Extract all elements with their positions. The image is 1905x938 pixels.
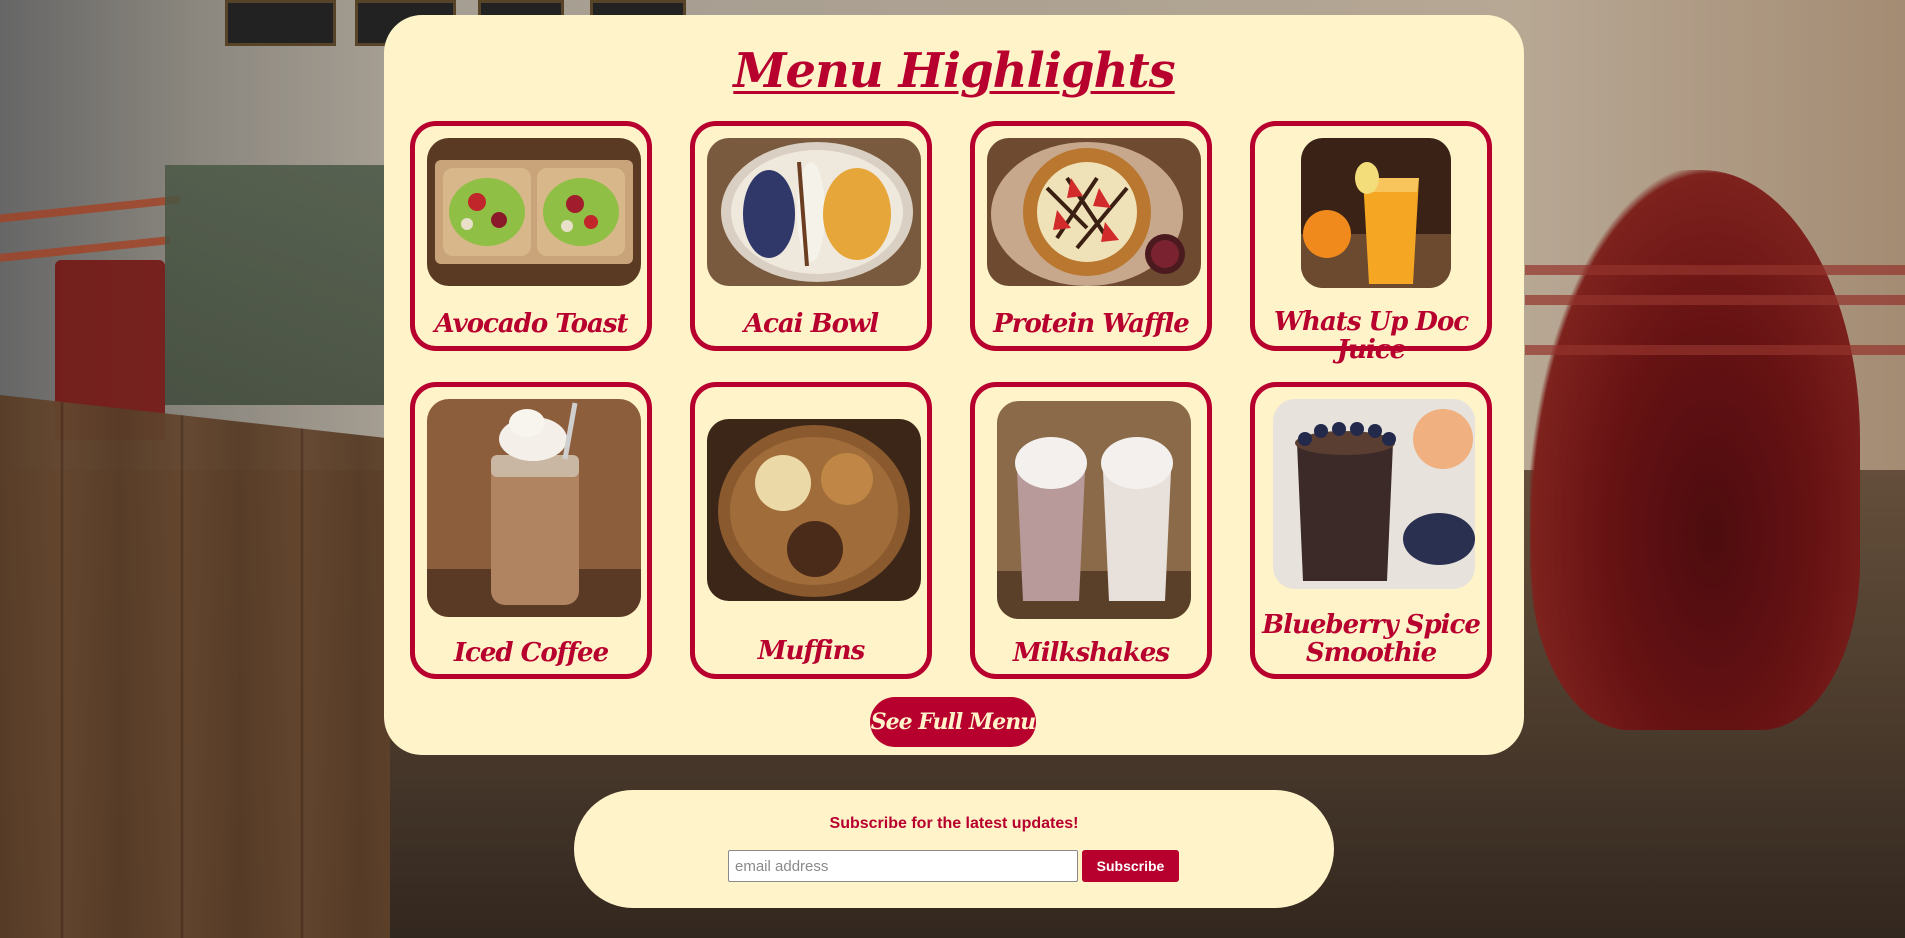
blueberry-spice-smoothie-photo	[1273, 399, 1475, 589]
menu-item-label: Whats Up Doc Juice	[1273, 307, 1469, 365]
menu-item-blueberry-spice-smoothie[interactable]: Blueberry Spice Smoothie	[1250, 382, 1492, 679]
subscribe-card: Subscribe for the latest updates! Subscr…	[574, 790, 1334, 908]
subscribe-button[interactable]: Subscribe	[1082, 850, 1179, 882]
menu-item-label: Milkshakes	[1012, 638, 1170, 668]
menu-item-label: Iced Coffee	[453, 638, 609, 668]
iced-coffee-photo	[427, 399, 641, 617]
menu-item-label: Avocado Toast	[434, 309, 628, 339]
menu-item-label: Acai Bowl	[743, 309, 879, 339]
menu-item-label: Blueberry Spice Smoothie	[1262, 610, 1481, 668]
subscribe-heading: Subscribe for the latest updates!	[829, 815, 1079, 832]
see-full-menu-button[interactable]: See Full Menu	[870, 697, 1036, 747]
menu-item-protein-waffle[interactable]: Protein Waffle	[970, 121, 1212, 351]
muffins-photo	[707, 419, 921, 601]
menu-title: Menu Highlights	[733, 43, 1175, 99]
menu-item-acai-bowl[interactable]: Acai Bowl	[690, 121, 932, 351]
milkshakes-photo	[997, 401, 1191, 619]
protein-waffle-photo	[987, 138, 1201, 286]
avocado-toast-photo	[427, 138, 641, 286]
menu-item-iced-coffee[interactable]: Iced Coffee	[410, 382, 652, 679]
whats-up-doc-juice-photo	[1301, 138, 1451, 288]
menu-highlights-card: Menu Highlights Avocado Toast Acai Bowl …	[384, 15, 1524, 755]
menu-item-avocado-toast[interactable]: Avocado Toast	[410, 121, 652, 351]
menu-item-whats-up-doc-juice[interactable]: Whats Up Doc Juice	[1250, 121, 1492, 364]
acai-bowl-photo	[707, 138, 921, 286]
menu-item-label: Muffins	[757, 636, 865, 666]
menu-item-label: Protein Waffle	[993, 309, 1190, 339]
email-input[interactable]	[728, 850, 1078, 882]
menu-item-milkshakes[interactable]: Milkshakes	[970, 382, 1212, 679]
menu-item-muffins[interactable]: Muffins	[690, 382, 932, 679]
